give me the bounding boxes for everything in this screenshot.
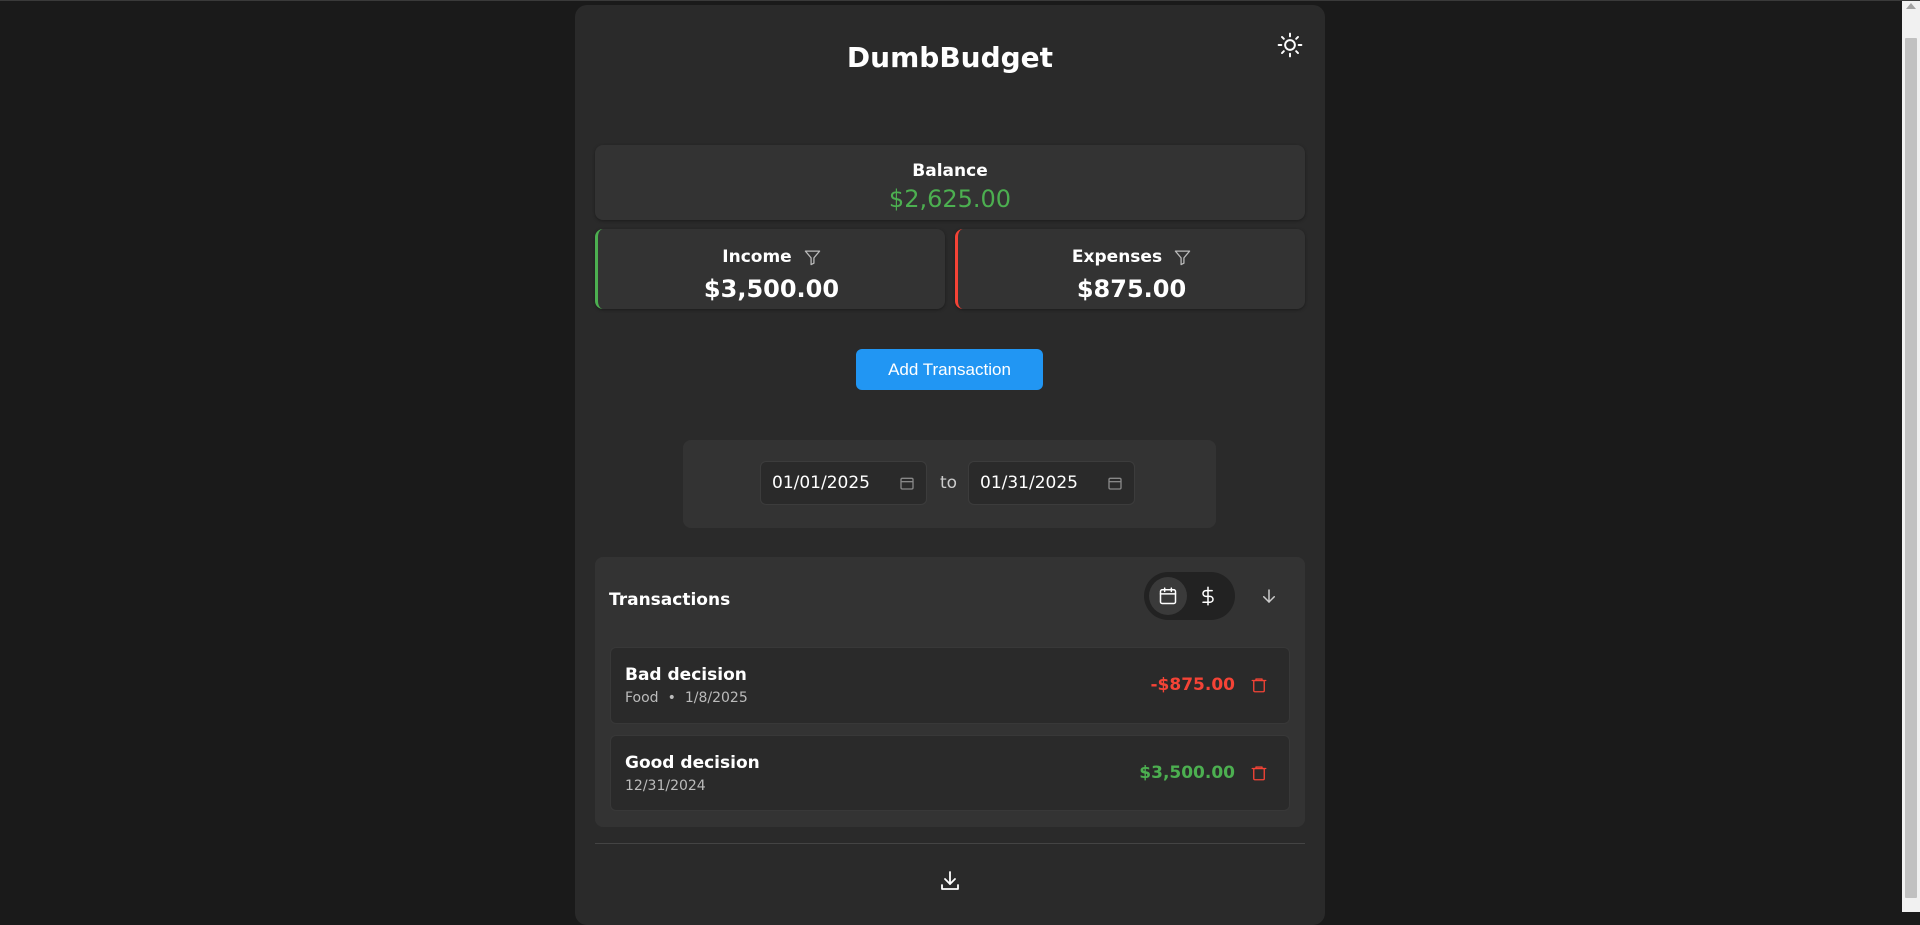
income-label: Income: [722, 247, 792, 267]
transaction-category: Food: [625, 690, 659, 706]
calendar-icon[interactable]: [899, 475, 915, 491]
transaction-name: Bad decision: [625, 665, 747, 685]
expenses-value: $875.00: [1076, 275, 1187, 303]
date-range-separator: to: [940, 473, 958, 493]
sort-direction-button[interactable]: [1252, 579, 1286, 613]
footer-divider: [595, 843, 1305, 844]
sort-by-amount-button[interactable]: [1189, 577, 1227, 615]
balance-value: $2,625.00: [888, 185, 1012, 213]
transaction-date: 12/31/2024: [625, 778, 706, 794]
calendar-icon: [1159, 587, 1177, 605]
start-date-input[interactable]: 01/01/2025: [760, 461, 927, 505]
income-filter-button[interactable]: [804, 249, 821, 266]
arrow-down-icon: [1263, 589, 1275, 603]
balance-card: Balance $2,625.00: [595, 145, 1305, 220]
scrollbar-thumb[interactable]: [1905, 38, 1917, 898]
delete-transaction-button[interactable]: [1248, 762, 1270, 784]
date-range-filter: 01/01/2025 to 01/31/2025: [683, 440, 1216, 528]
app-title: DumbBudget: [846, 41, 1054, 74]
transaction-meta: 12/31/2024: [625, 778, 706, 794]
dollar-icon: [1202, 586, 1214, 606]
main-container: DumbBudget Balance $2,625.00 Income $3,5…: [575, 5, 1325, 925]
scroll-up-arrow-icon[interactable]: [1906, 3, 1916, 9]
end-date-input[interactable]: 01/31/2025: [968, 461, 1135, 505]
theme-toggle-button[interactable]: [1272, 27, 1308, 63]
window-top-border: [0, 0, 1920, 1]
transaction-date: 1/8/2025: [684, 690, 748, 706]
sun-icon: [1277, 32, 1303, 58]
calendar-icon[interactable]: [1107, 475, 1123, 491]
transaction-name: Good decision: [625, 753, 760, 773]
balance-label: Balance: [912, 161, 988, 181]
filter-icon: [1174, 249, 1191, 265]
expenses-filter-button[interactable]: [1174, 249, 1191, 266]
transaction-amount: -$875.00: [1150, 675, 1236, 695]
income-value: $3,500.00: [703, 275, 840, 303]
sort-by-date-button[interactable]: [1149, 577, 1187, 615]
meta-separator: •: [667, 690, 676, 706]
transaction-row[interactable]: Bad decision Food • 1/8/2025 -$875.00: [610, 647, 1290, 724]
expenses-card: Expenses $875.00: [955, 229, 1305, 309]
trash-icon: [1251, 678, 1267, 693]
download-icon: [941, 871, 959, 890]
expenses-label: Expenses: [1071, 247, 1163, 267]
transaction-meta: Food • 1/8/2025: [625, 690, 748, 706]
start-date-value: 01/01/2025: [772, 473, 870, 493]
add-transaction-button[interactable]: Add Transaction: [856, 349, 1043, 390]
transaction-row[interactable]: Good decision 12/31/2024 $3,500.00: [610, 735, 1290, 811]
income-card: Income $3,500.00: [595, 229, 945, 309]
end-date-value: 01/31/2025: [980, 473, 1078, 493]
delete-transaction-button[interactable]: [1248, 674, 1270, 696]
transactions-panel: Transactions Bad decision Food • 1/8/202…: [595, 557, 1305, 827]
transaction-amount: $3,500.00: [1139, 763, 1235, 783]
filter-icon: [804, 249, 820, 265]
export-button[interactable]: [936, 867, 964, 895]
page-scrollbar[interactable]: [1902, 1, 1920, 912]
sort-toggle: [1144, 572, 1235, 620]
transactions-title: Transactions: [609, 590, 731, 610]
trash-icon: [1251, 766, 1267, 781]
